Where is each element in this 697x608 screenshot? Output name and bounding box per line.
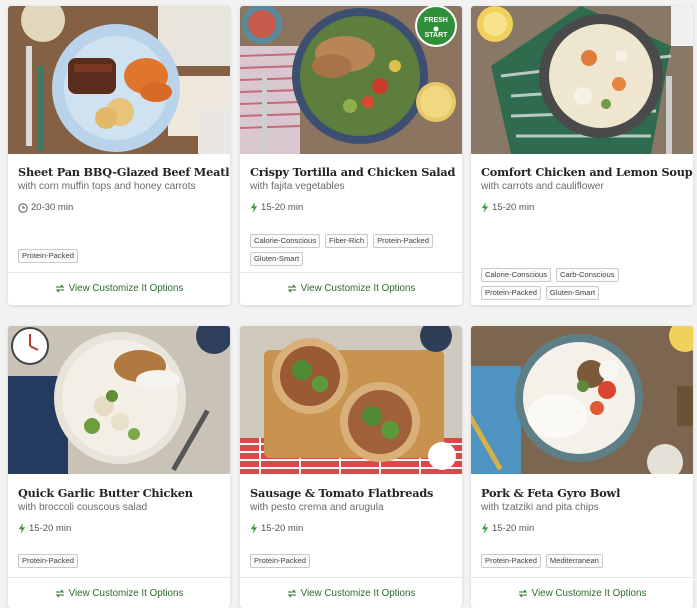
view-customize-options-link[interactable]: View Customize It Options — [240, 273, 462, 303]
cook-time: 15-20 min — [250, 523, 303, 534]
recipe-title[interactable]: Comfort Chicken and Lemon Soup — [481, 165, 693, 179]
recipe-photo[interactable] — [8, 326, 230, 474]
recipe-grid: Sheet Pan BBQ-Glazed Beef Meatloaf with … — [0, 0, 697, 608]
view-customize-options-label: View Customize It Options — [531, 587, 647, 599]
lightning-icon — [481, 202, 489, 213]
recipe-card[interactable]: Sausage & Tomato Flatbreads with pesto c… — [240, 326, 462, 608]
tag-list: Calorie-Conscious Carb-Conscious Protein… — [481, 268, 641, 300]
lightning-icon — [250, 523, 258, 534]
view-customize-options-link[interactable]: View Customize It Options — [8, 273, 230, 303]
tag-badge: Fiber-Rich — [325, 234, 369, 248]
view-customize-options-link[interactable]: View Customize It Options — [240, 578, 462, 608]
cook-time: 15-20 min — [481, 523, 534, 534]
clock-icon — [18, 202, 28, 213]
recipe-card[interactable]: Comfort Chicken and Lemon Soup with carr… — [471, 6, 693, 305]
recipe-card[interactable]: Pork & Feta Gyro Bowl with tzatziki and … — [471, 326, 693, 608]
swap-arrows-icon — [287, 589, 296, 597]
tag-list: Calorie-Conscious Fiber-Rich Protein-Pac… — [250, 234, 456, 266]
cook-time-label: 15-20 min — [492, 523, 535, 534]
tag-badge: Protein-Packed — [481, 286, 541, 300]
cook-time-label: 15-20 min — [261, 202, 304, 213]
cook-time-label: 15-20 min — [29, 523, 72, 534]
recipe-title[interactable]: Sheet Pan BBQ-Glazed Beef Meatloaf — [18, 165, 230, 179]
recipe-subtitle: with carrots and cauliflower — [481, 181, 604, 192]
view-customize-options-label: View Customize It Options — [68, 282, 184, 294]
recipe-subtitle: with tzatziki and pita chips — [481, 502, 599, 513]
cook-time-label: 15-20 min — [492, 202, 535, 213]
tag-badge: Protein-Packed — [481, 554, 541, 568]
lightning-icon — [250, 202, 258, 213]
recipe-title[interactable]: Pork & Feta Gyro Bowl — [481, 486, 686, 500]
view-customize-options-label: View Customize It Options — [68, 587, 184, 599]
view-customize-options-label: View Customize It Options — [300, 587, 416, 599]
tag-list: Protein-Packed — [250, 554, 456, 568]
cook-time: 15-20 min — [18, 523, 71, 534]
cook-time: 15-20 min — [481, 202, 534, 213]
view-customize-options-link[interactable]: View Customize It Options — [8, 578, 230, 608]
recipe-subtitle: with broccoli couscous salad — [18, 502, 148, 513]
lightning-icon — [481, 523, 489, 534]
recipe-title[interactable]: Crispy Tortilla and Chicken Salad — [250, 165, 455, 179]
tag-list: Protein-Packed — [18, 249, 224, 263]
cook-time-label: 20-30 min — [31, 202, 74, 213]
tag-badge: Gluten-Smart — [250, 252, 304, 266]
tag-list: Protein-Packed — [18, 554, 224, 568]
tag-badge: Carb-Conscious — [556, 268, 619, 282]
recipe-card[interactable]: Quick Garlic Butter Chicken with broccol… — [8, 326, 230, 608]
tag-badge: Mediterranean — [545, 554, 603, 568]
recipe-card[interactable]: FRESH START Crispy Tortilla and Chicken … — [240, 6, 462, 305]
tag-badge: Protein-Packed — [250, 554, 310, 568]
recipe-title[interactable]: Sausage & Tomato Flatbreads — [250, 486, 455, 500]
fresh-start-badge — [415, 6, 457, 47]
recipe-photo[interactable] — [471, 326, 693, 474]
swap-arrows-icon — [55, 589, 64, 597]
recipe-subtitle: with fajita vegetables — [250, 181, 345, 192]
lightning-icon — [18, 523, 26, 534]
recipe-photo[interactable] — [240, 326, 462, 474]
recipe-card[interactable]: Sheet Pan BBQ-Glazed Beef Meatloaf with … — [8, 6, 230, 305]
swap-arrows-icon — [518, 589, 527, 597]
cook-time-label: 15-20 min — [261, 523, 304, 534]
recipe-subtitle: with corn muffin tops and honey carrots — [18, 181, 196, 192]
recipe-photo[interactable] — [471, 6, 693, 154]
tag-badge: Calorie-Conscious — [250, 234, 321, 248]
tag-badge: Protein-Packed — [18, 249, 78, 263]
recipe-photo[interactable]: FRESH START — [240, 6, 462, 154]
tag-badge: Gluten-Smart — [545, 286, 600, 300]
tag-badge: Protein-Packed — [18, 554, 78, 568]
swap-arrows-icon — [287, 284, 296, 292]
cook-time: 20-30 min — [18, 202, 73, 213]
view-customize-options-label: View Customize It Options — [300, 282, 416, 294]
recipe-subtitle: with pesto crema and arugula — [250, 502, 384, 513]
svg-text:START: START — [425, 32, 449, 39]
swap-arrows-icon — [55, 284, 64, 292]
cook-time: 15-20 min — [250, 202, 303, 213]
svg-text:FRESH: FRESH — [424, 17, 448, 24]
recipe-photo[interactable] — [8, 6, 230, 154]
recipe-title[interactable]: Quick Garlic Butter Chicken — [18, 486, 223, 500]
tag-badge: Protein-Packed — [373, 234, 433, 248]
view-customize-options-link[interactable]: View Customize It Options — [471, 578, 693, 608]
tag-list: Protein-Packed Mediterranean — [481, 554, 687, 568]
tag-badge: Calorie-Conscious — [481, 268, 552, 282]
